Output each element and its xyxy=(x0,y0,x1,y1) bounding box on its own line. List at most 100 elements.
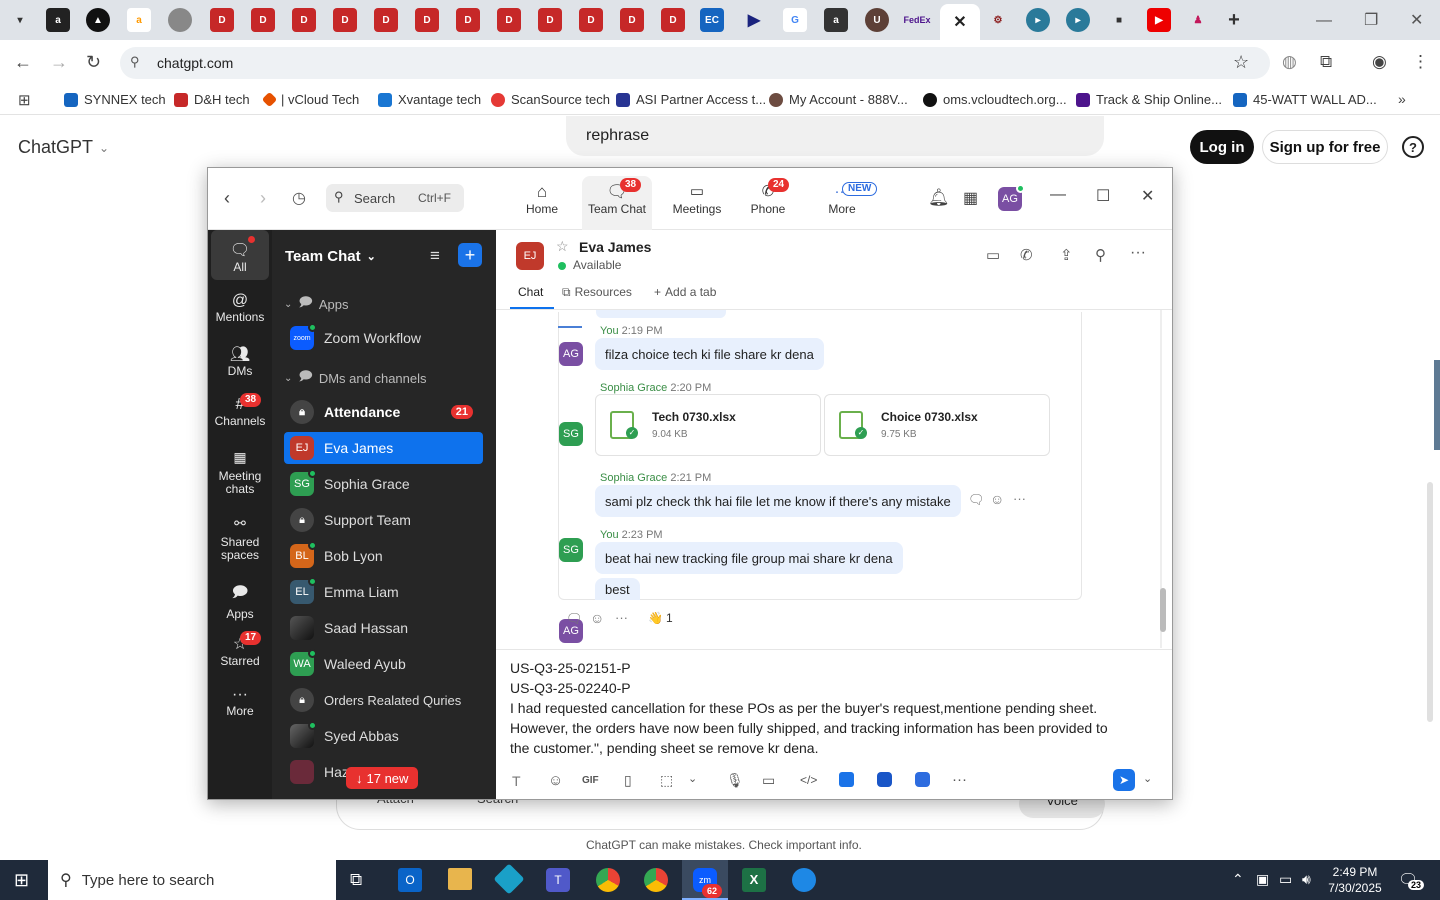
message-bubble[interactable]: best xyxy=(595,578,640,600)
rail-meeting-chats[interactable]: ▦ Meeting chats xyxy=(208,448,272,496)
tab-favicon-icon[interactable]: ▸ xyxy=(1026,8,1050,32)
translate-icon[interactable]: ◍ xyxy=(1282,52,1297,72)
send-button[interactable]: ➤ xyxy=(1113,769,1135,791)
chevron-down-icon[interactable]: ⌄ xyxy=(688,772,697,785)
app-integration-icon[interactable] xyxy=(877,772,892,787)
list-item-eva-james[interactable]: EJ Eva James xyxy=(284,432,483,464)
close-window-icon[interactable]: ✕ xyxy=(1410,10,1423,30)
sender-avatar[interactable]: SG xyxy=(559,422,583,446)
tab-resources[interactable]: ⧉ Resources xyxy=(562,285,632,300)
rail-shared-spaces[interactable]: ⚯ Shared spaces xyxy=(208,514,272,562)
tab-amazon-icon[interactable]: a xyxy=(824,8,848,32)
tab-ups-icon[interactable]: U xyxy=(865,8,889,32)
bookmark-fedex[interactable]: Track & Ship Online... xyxy=(1076,92,1222,107)
reaction-chip[interactable]: 👋 1 xyxy=(648,611,673,625)
nav-home[interactable]: ⌂ Home xyxy=(520,182,564,216)
share-screen-icon[interactable]: ⇪ xyxy=(1060,246,1073,264)
tab-google-icon[interactable]: G xyxy=(783,8,807,32)
tab-ec-icon[interactable]: EC xyxy=(700,8,724,32)
send-options-chevron-icon[interactable]: ⌄ xyxy=(1143,772,1152,785)
rail-all[interactable]: 🗨 All xyxy=(211,230,269,280)
sender-avatar[interactable]: AG xyxy=(559,342,583,366)
reply-icon[interactable]: 🗨 xyxy=(566,611,583,627)
reload-icon[interactable]: ↻ xyxy=(86,52,101,73)
more-options-icon[interactable]: ··· xyxy=(1130,244,1146,262)
contact-avatar[interactable]: EJ xyxy=(516,242,544,270)
tab-dh-icon[interactable]: D xyxy=(456,8,480,32)
new-chat-plus-button[interactable]: + xyxy=(458,243,482,267)
signup-button[interactable]: Sign up for free xyxy=(1262,130,1388,164)
file-explorer-icon[interactable] xyxy=(448,868,472,890)
gif-icon[interactable]: GIF xyxy=(582,775,599,786)
tab-dh-icon[interactable]: D xyxy=(415,8,439,32)
list-item-support-team[interactable]: 🔒︎ Support Team xyxy=(284,504,483,536)
rail-dms[interactable]: 👥︎ DMs xyxy=(208,344,272,378)
history-icon[interactable]: ◷ xyxy=(292,188,306,208)
apps-grid-icon[interactable]: ⊞ xyxy=(18,91,31,109)
app-integration-icon[interactable] xyxy=(915,772,930,787)
rail-starred[interactable]: ☆ Starred 17 xyxy=(208,631,272,668)
clock[interactable]: 2:49 PM 7/30/2025 xyxy=(1326,864,1384,896)
tab-favicon-icon[interactable] xyxy=(168,8,192,32)
emoji-react-icon[interactable]: ☺ xyxy=(990,491,1004,507)
page-scrollbar[interactable] xyxy=(1427,482,1433,722)
bookmark-asi[interactable]: ASI Partner Access t... xyxy=(616,92,766,107)
video-clip-icon[interactable]: ▭ xyxy=(762,772,775,789)
zoom-back-icon[interactable]: ‹ xyxy=(224,188,230,209)
new-messages-pill[interactable]: ↓ 17 new xyxy=(346,767,419,789)
forward-icon[interactable]: → xyxy=(50,52,68,73)
login-button[interactable]: Log in xyxy=(1190,130,1254,164)
reply-icon[interactable]: 🗨 xyxy=(968,492,985,508)
tab-favicon-icon[interactable]: ▸ xyxy=(1066,8,1090,32)
more-options-icon[interactable]: ··· xyxy=(1013,491,1026,506)
bookmark-wall-adapter[interactable]: 45-WATT WALL AD... xyxy=(1233,92,1377,107)
browser-menu-icon[interactable]: ⋮ xyxy=(1412,52,1429,72)
more-options-icon[interactable]: ··· xyxy=(615,610,628,625)
section-apps[interactable]: ⌄ 🗩 Apps xyxy=(284,293,348,315)
back-icon[interactable]: ← xyxy=(14,52,32,73)
tab-dh-icon[interactable]: D xyxy=(210,8,234,32)
favorite-star-icon[interactable]: ☆ xyxy=(556,238,569,255)
list-item-syed-abbas[interactable]: Syed Abbas xyxy=(284,720,483,752)
rail-channels[interactable]: # Channels 38 xyxy=(208,393,272,428)
tab-amazon-icon[interactable]: a xyxy=(46,8,70,32)
bookmark-vcloud[interactable]: | vCloud Tech xyxy=(261,91,359,108)
phone-call-icon[interactable]: ✆ xyxy=(1020,246,1033,264)
zoom-taskbar-button[interactable]: zm 62 xyxy=(682,860,728,900)
rail-mentions[interactable]: @ Mentions xyxy=(208,292,272,324)
bookmark-star-icon[interactable]: ☆ xyxy=(1233,52,1249,73)
outlook-icon[interactable]: O xyxy=(398,868,422,892)
tray-icon[interactable]: ▣ xyxy=(1256,871,1269,888)
chat-scrollbar-thumb[interactable] xyxy=(1160,588,1166,632)
list-item-attendance[interactable]: 🔒︎ Attendance 21 xyxy=(284,396,483,428)
list-item-emma-liam[interactable]: EL Emma Liam xyxy=(284,576,483,608)
contact-name[interactable]: Eva James xyxy=(579,239,651,255)
new-tab-icon[interactable]: + xyxy=(1222,8,1246,32)
bookmark-dh[interactable]: D&H tech xyxy=(174,92,250,107)
task-view-icon[interactable]: ⧉ xyxy=(350,870,362,890)
tab-dh-icon[interactable]: D xyxy=(579,8,603,32)
taskbar-search-box[interactable]: ⚲ Type here to search xyxy=(48,860,336,900)
profile-icon[interactable]: ◉ xyxy=(1372,52,1387,72)
url-box[interactable]: ⚲ chatgpt.com ☆ xyxy=(120,47,1270,79)
tab-dh-icon[interactable]: D xyxy=(538,8,562,32)
more-bookmarks-icon[interactable]: » xyxy=(1398,91,1406,107)
site-info-icon[interactable]: ⚲ xyxy=(130,54,140,70)
tab-amazon-icon[interactable]: a xyxy=(127,8,151,32)
minimize-icon[interactable]: — xyxy=(1316,12,1332,30)
tab-favicon-icon[interactable]: ♟ xyxy=(1186,8,1210,32)
tab-dh-icon[interactable]: D xyxy=(374,8,398,32)
help-icon[interactable]: ? xyxy=(1402,136,1424,158)
file-card-tech[interactable]: ✓ Tech 0730.xlsx 9.04 KB xyxy=(595,394,821,456)
file-icon[interactable]: ▯ xyxy=(624,772,632,789)
tab-play-icon[interactable]: ▶ xyxy=(742,8,766,32)
section-dms-channels[interactable]: ⌄ 🗩 DMs and channels xyxy=(284,367,427,389)
extensions-icon[interactable]: ⧉ xyxy=(1320,52,1332,72)
nav-phone[interactable]: ✆ Phone 24 xyxy=(746,178,790,216)
filter-icon[interactable]: ≡ xyxy=(430,246,440,266)
notification-bell-icon[interactable]: 🔔︎ xyxy=(928,188,950,208)
tab-youtube-icon[interactable]: ▶ xyxy=(1147,8,1171,32)
sender-avatar[interactable]: SG xyxy=(559,538,583,562)
video-call-icon[interactable]: ▭ xyxy=(986,246,1000,264)
bookmark-scansource[interactable]: ScanSource tech xyxy=(491,92,610,107)
